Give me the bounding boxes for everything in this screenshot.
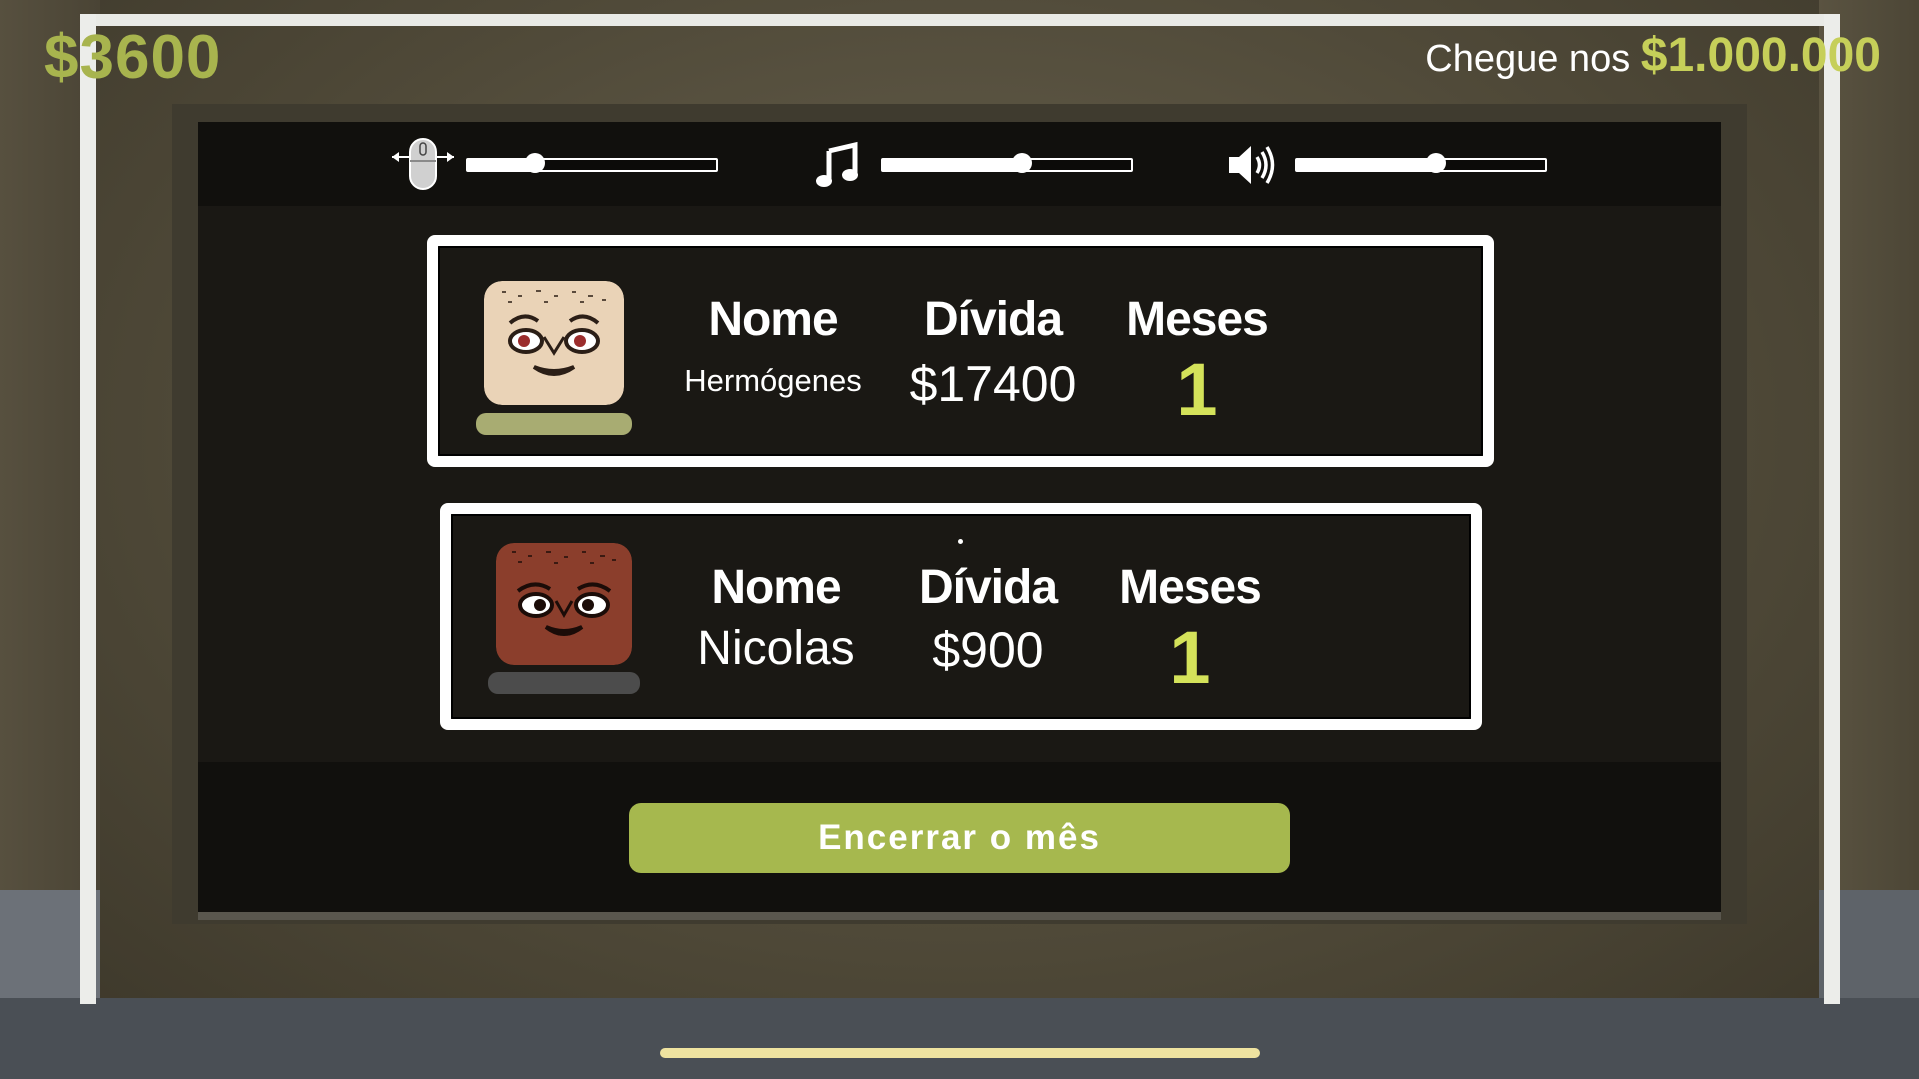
debt-column: Dívida $17400 — [892, 292, 1094, 413]
avatar-base — [488, 672, 640, 694]
name-header: Nome — [708, 293, 838, 346]
dark-skin-face-icon — [496, 543, 632, 665]
sensitivity-slider[interactable] — [466, 153, 718, 173]
music-slider-fill — [883, 160, 1022, 170]
music-slider-knob[interactable] — [1011, 153, 1032, 173]
months-value: 1 — [1169, 616, 1211, 699]
sensitivity-slider-knob[interactable] — [524, 153, 545, 173]
old-man-face-icon — [484, 281, 624, 405]
months-header: Meses — [1126, 293, 1269, 346]
debtor-card[interactable]: Nome Nicolas Dívida $900 Meses 1 — [440, 503, 1482, 730]
name-column: Nome Nicolas — [665, 560, 887, 676]
debtor-card[interactable]: Nome Hermógenes Dívida $17400 Meses 1 — [427, 235, 1494, 467]
money-counter: $3600 — [44, 23, 222, 92]
goal-prefix: Chegue nos — [1425, 38, 1631, 80]
debt-header: Dívida — [923, 293, 1063, 346]
music-slider[interactable] — [881, 153, 1133, 173]
months-value: 1 — [1176, 348, 1218, 431]
sensitivity-slider-group — [390, 138, 718, 190]
frame-left-bar — [80, 14, 96, 1004]
months-column: Meses 1 — [1107, 560, 1273, 695]
debtor-name: Hermógenes — [684, 363, 862, 398]
speaker-icon — [1219, 140, 1285, 190]
months-header: Meses — [1119, 561, 1262, 614]
debt-amount: $900 — [932, 622, 1044, 678]
goal-text: Chegue nos $1.000.000 — [1425, 28, 1881, 83]
avatar-base — [476, 413, 632, 435]
goal-amount: $1.000.000 — [1640, 29, 1881, 82]
debt-header: Dívida — [918, 561, 1058, 614]
name-header: Nome — [711, 561, 841, 614]
debt-amount: $17400 — [909, 356, 1077, 412]
debt-column: Dívida $900 — [887, 560, 1089, 679]
volume-slider-knob[interactable] — [1425, 153, 1446, 173]
frame-top-bar — [80, 14, 1840, 26]
name-column: Nome Hermógenes — [662, 292, 884, 399]
room-floor — [0, 998, 1919, 1079]
mouse-move-icon — [390, 138, 456, 190]
volume-slider-group — [1219, 140, 1547, 190]
volume-slider[interactable] — [1295, 153, 1547, 173]
end-month-button[interactable]: Encerrar o mês — [629, 803, 1290, 873]
music-note-icon — [805, 140, 871, 190]
cursor-dot — [958, 539, 963, 544]
months-column: Meses 1 — [1114, 292, 1280, 427]
volume-slider-fill — [1297, 160, 1436, 170]
debtor-name: Nicolas — [697, 622, 855, 675]
frame-right-bar — [1824, 14, 1840, 1004]
music-slider-group — [805, 140, 1133, 190]
home-indicator[interactable] — [660, 1048, 1260, 1058]
